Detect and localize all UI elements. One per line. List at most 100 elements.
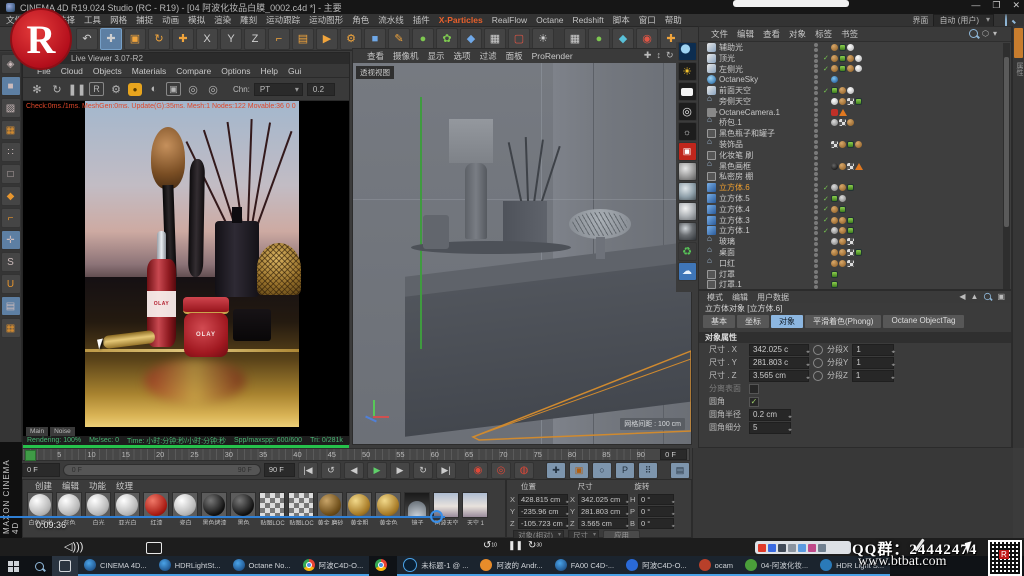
object-tags[interactable] <box>831 109 887 116</box>
deformers[interactable]: ✿ <box>436 28 458 50</box>
targetlight-icon[interactable]: ◎ <box>678 102 697 121</box>
separate-surfaces-checkbox[interactable] <box>749 384 759 394</box>
viewer-tab[interactable]: Noise <box>50 427 75 436</box>
material-swatch[interactable]: 红漆 <box>143 492 170 525</box>
attribute-tab[interactable]: 对象 <box>771 315 803 328</box>
minimize-button[interactable]: — <box>971 0 980 11</box>
object-row[interactable]: 立方体.5 ✓ <box>699 193 1011 204</box>
object-tags[interactable] <box>831 163 887 170</box>
primitive-cube[interactable]: ■ <box>364 28 386 50</box>
ime-moon-icon[interactable] <box>778 544 786 552</box>
spline-pen[interactable]: ✎ <box>388 28 410 50</box>
visibility-dots[interactable] <box>811 259 821 268</box>
record-keyframe-button[interactable]: ◉ <box>468 462 488 479</box>
arealight-icon[interactable] <box>678 82 697 101</box>
size-input[interactable]: 3.565 cm <box>578 518 628 529</box>
ies-light-icon[interactable]: ☼ <box>678 122 697 141</box>
preview-range-slider[interactable]: 0 F 90 F <box>63 464 261 476</box>
object-row[interactable]: OctaneSky ✓ <box>699 74 1011 85</box>
rotation-input[interactable]: 0 ° <box>638 518 674 529</box>
search-icon[interactable] <box>969 29 978 38</box>
object-row[interactable]: 灯罩 ✓ <box>699 269 1011 280</box>
object-row[interactable]: 立方体.6 ✓ <box>699 182 1011 193</box>
segment-input[interactable]: 1 <box>852 344 894 356</box>
octane-camera-icon[interactable]: ▣ <box>678 142 697 161</box>
menu-item[interactable]: 工具 <box>84 14 101 26</box>
menu-item[interactable]: 雕刻 <box>240 14 257 26</box>
object-row[interactable]: 私密房 棚 ✓ <box>699 172 1011 183</box>
restart-render-icon[interactable]: ↻ <box>49 81 65 97</box>
object-row[interactable]: 立方体.3 ✓ <box>699 215 1011 226</box>
enable-check-icon[interactable]: ✓ <box>823 54 831 62</box>
object-tags[interactable] <box>831 249 887 256</box>
menu-item[interactable]: 网格 <box>110 14 127 26</box>
viewport-nav-icon[interactable]: ✚ <box>644 50 652 61</box>
viewer-menu-item[interactable]: Cloud <box>61 66 83 76</box>
object-tags[interactable] <box>831 195 887 202</box>
object-name[interactable]: 桥包.1 <box>719 117 811 128</box>
object-menu-item[interactable]: 文件 <box>711 28 728 40</box>
object-menu-item[interactable]: 查看 <box>763 28 780 40</box>
lock-icon[interactable]: ▣ <box>997 292 1005 301</box>
live-viewer-titlebar[interactable]: Live Viewer 3.07-R2 <box>23 53 349 64</box>
attribute-tab[interactable]: 坐标 <box>737 315 769 328</box>
viewport-menu-item[interactable]: 面板 <box>506 50 523 62</box>
maximize-button[interactable]: ❐ <box>992 0 1000 11</box>
lock-workplane-icon[interactable]: ▤ <box>1 296 21 316</box>
axis-mode-icon[interactable]: ⌐ <box>1 208 21 228</box>
material-swatch[interactable]: 贴图LOC <box>288 492 315 525</box>
menu-item[interactable]: 运动图形 <box>309 14 343 26</box>
dim-value-input[interactable]: 3.565 cm <box>749 370 809 382</box>
field-toggle[interactable]: ◆ <box>612 28 634 50</box>
task-view-button[interactable] <box>52 556 78 576</box>
visibility-dots[interactable] <box>811 86 821 95</box>
object-name[interactable]: 桌面 <box>719 247 811 258</box>
specular-material-icon[interactable] <box>678 202 697 221</box>
rotate-tool[interactable]: ↻ <box>148 28 170 50</box>
menu-item[interactable]: 角色 <box>352 14 369 26</box>
octane-ball-icon[interactable] <box>678 42 697 61</box>
enable-check-icon[interactable]: ✓ <box>823 195 831 203</box>
end-frame-input[interactable]: 90 F <box>264 463 295 477</box>
filter-icon[interactable]: ⬡ <box>982 29 989 38</box>
visibility-dots[interactable] <box>811 216 821 225</box>
collapse-icon[interactable]: ▾ <box>993 29 997 38</box>
magnet-icon[interactable]: U <box>1 274 21 294</box>
visibility-dots[interactable] <box>811 162 821 171</box>
material-swatch[interactable]: 天空 1 <box>462 492 489 525</box>
mix-material-icon[interactable] <box>678 222 697 241</box>
material-swatch[interactable]: 瓷白 <box>172 492 199 525</box>
menu-item[interactable]: 模拟 <box>188 14 205 26</box>
object-name[interactable]: 前面天空 <box>719 85 811 96</box>
enable-check-icon[interactable]: ✓ <box>823 216 831 224</box>
object-tags[interactable] <box>831 281 887 288</box>
viewer-menu-item[interactable]: Options <box>221 66 250 76</box>
fillet-checkbox[interactable]: ✓ <box>749 397 759 407</box>
menu-item[interactable]: X-Particles <box>439 15 483 25</box>
position-input[interactable]: -105.723 cm <box>518 518 568 529</box>
material-menu-item[interactable]: 纹理 <box>116 480 133 492</box>
screen-mode-icon[interactable] <box>146 542 162 554</box>
light-tool[interactable]: ☀ <box>532 28 554 50</box>
keyframe-selection-button[interactable]: ◍ <box>514 462 534 479</box>
taskbar-search-icon[interactable] <box>26 556 52 576</box>
object-name[interactable]: 黑色瓶子和罐子 <box>719 128 811 139</box>
edges-mode-icon[interactable]: □ <box>1 164 21 184</box>
ime-board-icon[interactable] <box>788 544 796 552</box>
autokey-button[interactable]: ◎ <box>491 462 511 479</box>
model-mode-icon[interactable]: ■ <box>1 76 21 96</box>
dynamics-toggle[interactable]: ◉ <box>636 28 658 50</box>
previous-frame-button[interactable]: ◀ <box>344 462 364 479</box>
record-circle-icon[interactable] <box>813 345 823 355</box>
object-name[interactable]: 立方体.6 <box>719 182 811 193</box>
generators[interactable]: ● <box>412 28 434 50</box>
dim-value-input[interactable]: 281.803 c <box>749 357 809 369</box>
object-tags[interactable] <box>831 65 887 72</box>
visibility-dots[interactable] <box>811 108 821 117</box>
object-name[interactable]: 玻璃 <box>719 236 811 247</box>
taskbar-app[interactable]: HDRLightSt... <box>153 556 227 576</box>
visibility-dots[interactable] <box>811 183 821 192</box>
menu-item[interactable]: RealFlow <box>492 15 527 25</box>
object-name[interactable]: 立方体.1 <box>719 225 811 236</box>
taskbar-app[interactable]: ocam <box>693 556 739 576</box>
